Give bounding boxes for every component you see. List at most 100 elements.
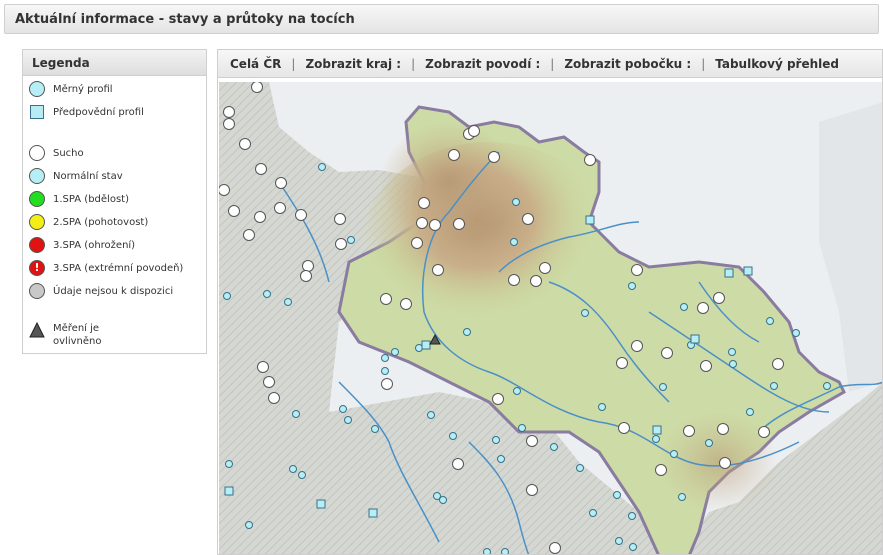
dry-station-icon[interactable] [302,260,314,272]
dry-station-icon[interactable] [526,484,538,496]
measurement-profile-icon[interactable] [381,354,389,362]
measurement-profile-icon[interactable] [463,328,471,336]
measurement-profile-icon[interactable] [770,382,778,390]
measurement-profile-icon[interactable] [729,360,737,368]
measurement-profile-icon[interactable] [792,329,800,337]
measurement-profile-icon[interactable] [576,464,584,472]
measurement-profile-icon[interactable] [284,298,292,306]
measurement-profile-icon[interactable] [292,410,300,418]
dry-station-icon[interactable] [468,125,480,137]
dry-station-icon[interactable] [661,347,673,359]
dry-station-icon[interactable] [697,302,709,314]
measurement-profile-icon[interactable] [746,408,754,416]
measurement-profile-icon[interactable] [245,521,253,529]
dry-station-icon[interactable] [526,435,538,447]
forecast-profile-icon[interactable] [724,268,734,278]
measurement-profile-icon[interactable] [371,425,379,433]
forecast-profile-icon[interactable] [368,508,378,518]
dry-station-icon[interactable] [380,293,392,305]
dry-station-icon[interactable] [618,422,630,434]
measurement-profile-icon[interactable] [589,509,597,517]
dry-station-icon[interactable] [717,423,729,435]
measurement-profile-icon[interactable] [497,455,505,463]
measurement-profile-icon[interactable] [344,416,352,424]
dry-station-icon[interactable] [584,154,596,166]
measurement-profile-icon[interactable] [510,238,518,246]
nav-show-branch[interactable]: Zobrazit pobočku : [564,57,691,71]
dry-station-icon[interactable] [411,237,423,249]
measurement-profile-icon[interactable] [705,439,713,447]
dry-station-icon[interactable] [631,264,643,276]
measurement-profile-icon[interactable] [449,432,457,440]
measurement-profile-icon[interactable] [652,435,660,443]
dry-station-icon[interactable] [539,262,551,274]
forecast-profile-icon[interactable] [224,486,234,496]
dry-station-icon[interactable] [295,209,307,221]
dry-station-icon[interactable] [228,205,240,217]
dry-station-icon[interactable] [251,82,263,93]
nav-whole-country[interactable]: Celá ČR [230,57,281,71]
dry-station-icon[interactable] [432,264,444,276]
dry-station-icon[interactable] [772,358,784,370]
measurement-profile-icon[interactable] [659,383,667,391]
measurement-profile-icon[interactable] [678,493,686,501]
measurement-profile-icon[interactable] [289,465,297,473]
measurement-profile-icon[interactable] [518,424,526,432]
dry-station-icon[interactable] [219,184,230,196]
measurement-profile-icon[interactable] [225,460,233,468]
measurement-profile-icon[interactable] [318,163,326,171]
measurement-profile-icon[interactable] [598,403,606,411]
dry-station-icon[interactable] [255,163,267,175]
dry-station-icon[interactable] [418,197,430,209]
measurement-profile-icon[interactable] [439,496,447,504]
dry-station-icon[interactable] [223,118,235,130]
dry-station-icon[interactable] [631,340,643,352]
dry-station-icon[interactable] [713,292,725,304]
measurement-profile-icon[interactable] [391,348,399,356]
dry-station-icon[interactable] [239,138,251,150]
dry-station-icon[interactable] [549,542,561,554]
measurement-profile-icon[interactable] [766,317,774,325]
forecast-profile-icon[interactable] [690,334,700,344]
dry-station-icon[interactable] [416,217,428,229]
dry-station-icon[interactable] [300,270,312,282]
forecast-profile-icon[interactable] [585,215,595,225]
measurement-profile-icon[interactable] [492,436,500,444]
measurement-profile-icon[interactable] [613,491,621,499]
measurement-profile-icon[interactable] [628,512,636,520]
measurement-profile-icon[interactable] [483,548,491,555]
dry-station-icon[interactable] [381,378,393,390]
dry-station-icon[interactable] [254,211,266,223]
nav-show-basin[interactable]: Zobrazit povodí : [425,57,540,71]
measurement-profile-icon[interactable] [680,303,688,311]
forecast-profile-icon[interactable] [421,340,431,350]
dry-station-icon[interactable] [400,298,412,310]
dry-station-icon[interactable] [268,392,280,404]
measurement-profile-icon[interactable] [615,537,623,545]
measurement-profile-icon[interactable] [512,198,520,206]
dry-station-icon[interactable] [223,106,235,118]
dry-station-icon[interactable] [522,213,534,225]
forecast-profile-icon[interactable] [316,499,326,509]
measurement-profile-icon[interactable] [581,309,589,317]
dry-station-icon[interactable] [719,457,731,469]
dry-station-icon[interactable] [429,219,441,231]
dry-station-icon[interactable] [263,376,275,388]
dry-station-icon[interactable] [452,458,464,470]
dry-station-icon[interactable] [700,360,712,372]
dry-station-icon[interactable] [530,275,542,287]
dry-station-icon[interactable] [243,229,255,241]
dry-station-icon[interactable] [335,238,347,250]
dry-station-icon[interactable] [334,213,346,225]
measurement-profile-icon[interactable] [427,411,435,419]
river-map[interactable] [219,82,883,555]
measurement-profile-icon[interactable] [415,344,423,352]
measurement-profile-icon[interactable] [728,348,736,356]
measurement-profile-icon[interactable] [670,450,678,458]
dry-station-icon[interactable] [616,357,628,369]
forecast-profile-icon[interactable] [652,425,662,435]
nav-show-region[interactable]: Zobrazit kraj : [305,57,401,71]
measurement-profile-icon[interactable] [381,367,389,375]
measurement-profile-icon[interactable] [550,443,558,451]
dry-station-icon[interactable] [488,151,500,163]
